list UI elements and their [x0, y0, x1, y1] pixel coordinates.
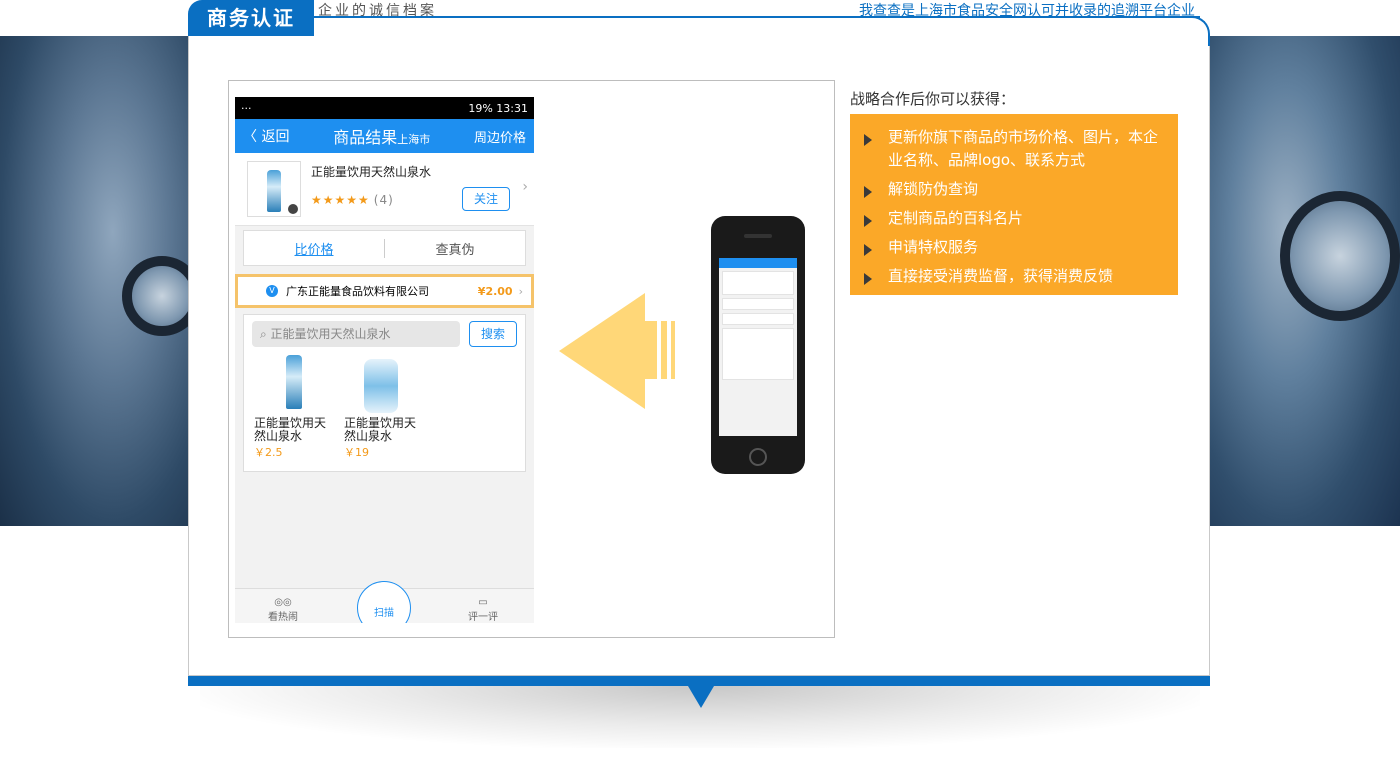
product-thumbnail[interactable] [247, 161, 301, 217]
result-name: 正能量饮用天然山泉水 [254, 416, 327, 443]
benefits-title: 战略合作后你可以获得： [850, 90, 1016, 108]
comment-icon: ▭ [478, 597, 488, 608]
seller-row[interactable]: V 广东正能量食品饮料有限公司 ¥2.00 › [235, 274, 534, 308]
zoom-icon[interactable] [288, 204, 298, 214]
status-left: ··· [241, 101, 252, 115]
verified-icon: V [266, 285, 278, 297]
traceability-link[interactable]: 我查查是上海市食品安全网认可并收录的追溯平台企业 [859, 0, 1195, 20]
chevron-right-icon: › [522, 179, 528, 195]
search-panel: ⌕ 正能量饮用天然山泉水 搜索 正能量饮用天然山泉水 ￥2.5 正能量饮用天然山… [243, 314, 526, 472]
tab-hot[interactable]: ◎◎ 看热闹 [253, 597, 313, 623]
search-input[interactable]: ⌕ 正能量饮用天然山泉水 [252, 321, 460, 347]
result-item[interactable]: 正能量饮用天然山泉水 ￥19 [344, 355, 424, 459]
section-badge: 商务认证 [188, 0, 314, 36]
benefit-item: 申请特权服务 [864, 236, 1164, 259]
glasses-icon: ◎◎ [274, 597, 292, 608]
star-icons: ★★★★★ [311, 193, 370, 207]
mini-seller-row [722, 313, 794, 325]
water-bottle-image [267, 170, 281, 212]
bottom-bar [188, 676, 1210, 686]
search-placeholder: 正能量饮用天然山泉水 [270, 327, 391, 341]
benefit-item: 解锁防伪查询 [864, 178, 1164, 201]
page-title: 商品结果上海市 [333, 124, 430, 148]
seller-name: 广东正能量食品饮料有限公司 [286, 285, 429, 298]
city-label: 上海市 [397, 133, 431, 146]
tab-hot-label: 看热闹 [268, 612, 298, 623]
benefit-item: 更新你旗下商品的市场价格、图片，本企业名称、品牌logo、联系方式 [864, 126, 1164, 172]
chevron-right-icon: › [518, 284, 523, 298]
scan-button[interactable]: 扫描 [357, 581, 411, 623]
scan-label: 扫描 [374, 608, 394, 619]
arrow-left-icon [559, 293, 645, 409]
seller-price: ¥2.00 [477, 284, 513, 298]
result-price: ￥2.5 [254, 446, 283, 459]
tab-review[interactable]: ▭ 评一评 [453, 597, 513, 623]
mini-results [722, 328, 794, 380]
left-decorative-photo [0, 36, 188, 526]
follow-button[interactable]: 关注 [462, 187, 510, 211]
result-price: ￥19 [344, 446, 369, 459]
back-button[interactable]: 〈 返回 [243, 126, 289, 146]
benefit-item: 直接接受消费监督，获得消费反馈 [864, 265, 1164, 288]
arrow-stripe [661, 321, 667, 379]
nearby-price-button[interactable]: 周边价格 [474, 127, 526, 146]
status-bar: ··· 19% 13:31 [235, 97, 534, 119]
tab-bar: 比价格 查真伪 [243, 230, 526, 266]
rating-stars: ★★★★★ (4) [311, 193, 394, 207]
mini-tab-row [722, 298, 794, 310]
app-header: 〈 返回 商品结果上海市 周边价格 [235, 119, 534, 153]
home-button-icon [749, 448, 767, 466]
mini-appbar [719, 258, 797, 268]
benefits-box: 更新你旗下商品的市场价格、图片，本企业名称、品牌logo、联系方式 解锁防伪查询… [850, 114, 1178, 295]
header-corner [1180, 16, 1210, 46]
result-image [344, 355, 424, 413]
result-image [254, 355, 334, 413]
tab-review-label: 评一评 [468, 612, 498, 623]
section-subtitle: 企业的诚信档案 [318, 3, 437, 19]
app-screenshot: ··· 19% 13:31 〈 返回 商品结果上海市 周边价格 正能量饮用天然山… [235, 97, 534, 623]
arrow-body [643, 321, 657, 379]
bottom-tab-bar: ◎◎ 看热闹 扫描 ▭ 评一评 [235, 581, 534, 623]
water-bottle-image [286, 355, 302, 409]
magnifying-glass-icon [122, 256, 188, 336]
benefit-item: 定制商品的百科名片 [864, 207, 1164, 230]
tab-compare-price[interactable]: 比价格 [244, 238, 385, 258]
right-decorative-photo [1210, 36, 1400, 526]
demo-image-frame: ··· 19% 13:31 〈 返回 商品结果上海市 周边价格 正能量饮用天然山… [228, 80, 835, 638]
down-pointer-icon [688, 686, 714, 708]
status-right: 19% 13:31 [468, 101, 528, 115]
page-title-text: 商品结果 [333, 128, 398, 147]
result-item[interactable]: 正能量饮用天然山泉水 ￥2.5 [254, 355, 334, 459]
search-button[interactable]: 搜索 [469, 321, 517, 347]
arrow-stripe [671, 321, 675, 379]
speaker-grille [744, 234, 772, 238]
magnifying-glass-icon [1280, 191, 1400, 321]
result-name: 正能量饮用天然山泉水 [344, 416, 417, 443]
tab-verify[interactable]: 查真伪 [385, 239, 525, 258]
product-name: 正能量饮用天然山泉水 [311, 165, 432, 179]
mini-product-row [722, 271, 794, 295]
smartphone-image [711, 216, 805, 474]
rating-count: (4) [373, 193, 394, 207]
phone-mini-screen [719, 258, 797, 436]
water-jug-image [364, 359, 398, 413]
product-card[interactable]: 正能量饮用天然山泉水 ★★★★★ (4) 关注 › [235, 153, 534, 226]
